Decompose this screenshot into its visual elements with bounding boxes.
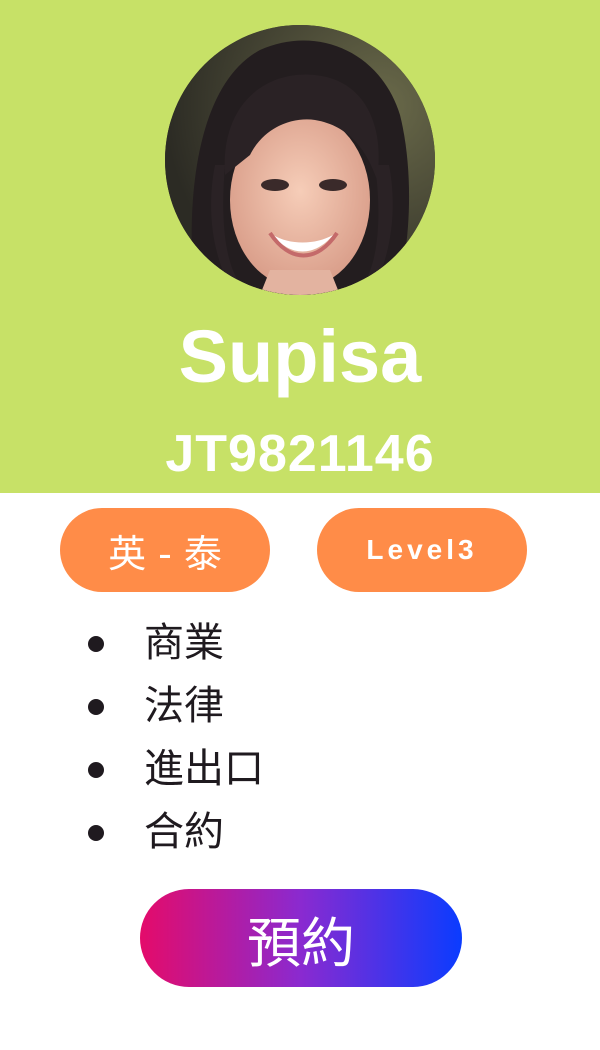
profile-header: Supisa JT9821146 (0, 0, 600, 493)
language-pair-badge: 英 - 泰 (60, 508, 270, 592)
bullet-icon (88, 762, 104, 778)
avatar (165, 25, 435, 295)
avatar-photo (165, 25, 435, 295)
bullet-icon (88, 699, 104, 715)
topic-label: 進出口 (144, 746, 264, 792)
topic-label: 合約 (144, 809, 224, 855)
level-badge: Level3 (317, 508, 527, 592)
profile-code: JT9821146 (165, 425, 435, 483)
bullet-icon (88, 636, 104, 652)
bullet-icon (88, 825, 104, 841)
topic-label: 商業 (144, 620, 224, 666)
book-button[interactable]: 預約 (140, 889, 462, 987)
topic-label: 法律 (144, 683, 224, 729)
profile-name: Supisa (178, 315, 422, 398)
